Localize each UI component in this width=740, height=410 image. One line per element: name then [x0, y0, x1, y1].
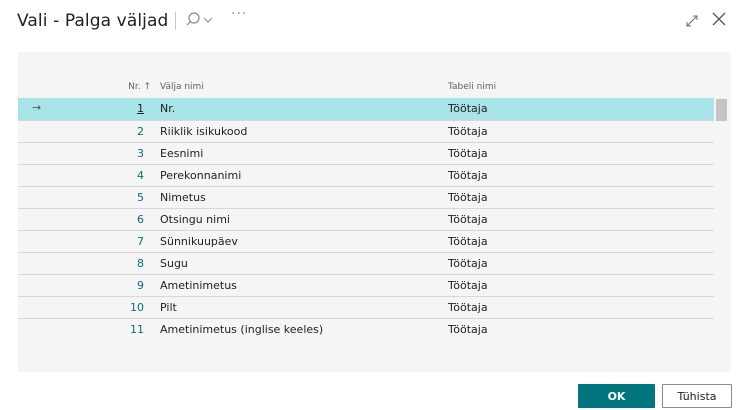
search-icon — [186, 12, 213, 26]
grid-rows: → 1 Nr. Töötaja 2 Riiklik isikukood Tööt… — [18, 98, 714, 340]
row-field-name: Sünnikuupäev — [160, 235, 238, 248]
table-row[interactable]: 8 Sugu Töötaja — [18, 252, 714, 274]
table-row[interactable]: 7 Sünnikuupäev Töötaja — [18, 230, 714, 252]
row-field-name: Ametinimetus (inglise keeles) — [160, 323, 324, 336]
row-nr-link[interactable]: 9 — [137, 279, 144, 292]
column-header-field-name[interactable]: Välja nimi — [160, 82, 204, 92]
column-header-nr[interactable]: Nr. ↑ — [128, 82, 151, 92]
row-table-name: Töötaja — [448, 169, 488, 182]
row-table-name: Töötaja — [448, 213, 488, 226]
row-nr-link[interactable]: 4 — [137, 169, 144, 182]
row-table-name: Töötaja — [448, 235, 488, 248]
row-field-name: Eesnimi — [160, 147, 204, 160]
row-field-name: Sugu — [160, 257, 188, 270]
column-header-table-name[interactable]: Tabeli nimi — [448, 82, 496, 92]
table-row[interactable]: 2 Riiklik isikukood Töötaja — [18, 120, 714, 142]
row-table-name: Töötaja — [448, 191, 488, 204]
table-row[interactable]: 5 Nimetus Töötaja — [18, 186, 714, 208]
row-nr-link[interactable]: 10 — [130, 301, 144, 314]
row-field-name: Nimetus — [160, 191, 206, 204]
row-field-name: Perekonnanimi — [160, 169, 242, 182]
row-table-name: Töötaja — [448, 257, 488, 270]
field-list-grid: Nr. ↑ Välja nimi Tabeli nimi → 1 Nr. Töö… — [18, 52, 731, 372]
row-table-name: Töötaja — [448, 323, 488, 336]
table-row[interactable]: 10 Pilt Töötaja — [18, 296, 714, 318]
row-table-name: Töötaja — [448, 279, 488, 292]
table-row[interactable]: 11 Ametinimetus (inglise keeles) Töötaja — [18, 318, 714, 340]
scrollbar-thumb[interactable] — [716, 99, 727, 121]
dialog-title: Vali - Palga väljad — [17, 11, 169, 31]
row-table-name: Töötaja — [448, 301, 488, 314]
search-button[interactable] — [186, 11, 220, 31]
row-nr-link[interactable]: 7 — [137, 235, 144, 248]
table-row[interactable]: → 1 Nr. Töötaja — [18, 98, 714, 120]
table-row[interactable]: 4 Perekonnanimi Töötaja — [18, 164, 714, 186]
table-row[interactable]: 3 Eesnimi Töötaja — [18, 142, 714, 164]
table-row[interactable]: 6 Otsingu nimi Töötaja — [18, 208, 714, 230]
row-field-name: Otsingu nimi — [160, 213, 230, 226]
row-nr-link[interactable]: 6 — [137, 213, 144, 226]
expand-button[interactable] — [685, 13, 699, 27]
grid-header: Nr. ↑ Välja nimi Tabeli nimi — [18, 80, 731, 100]
vertical-scrollbar[interactable] — [716, 99, 727, 372]
close-button[interactable] — [711, 11, 727, 27]
row-nr-link[interactable]: 8 — [137, 257, 144, 270]
row-nr-link[interactable]: 3 — [137, 147, 144, 160]
table-row[interactable]: 9 Ametinimetus Töötaja — [18, 274, 714, 296]
row-field-name: Pilt — [160, 301, 177, 314]
row-table-name: Töötaja — [448, 147, 488, 160]
row-field-name: Ametinimetus — [160, 279, 237, 292]
row-table-name: Töötaja — [448, 102, 488, 115]
row-table-name: Töötaja — [448, 125, 488, 138]
cancel-button[interactable]: Tühista — [662, 384, 732, 408]
row-nr-link[interactable]: 2 — [137, 125, 144, 138]
row-nr-link[interactable]: 11 — [130, 323, 144, 336]
more-icon[interactable]: ··· — [231, 6, 247, 22]
expand-icon — [686, 15, 698, 27]
row-field-name: Nr. — [160, 102, 176, 115]
header-divider — [175, 12, 176, 30]
arrow-right-icon: → — [32, 101, 42, 114]
row-nr-link[interactable]: 5 — [137, 191, 144, 204]
row-field-name: Riiklik isikukood — [160, 125, 248, 138]
close-icon — [712, 12, 726, 26]
ok-button[interactable]: OK — [578, 384, 655, 408]
dialog-header: Vali - Palga väljad ··· — [0, 0, 740, 40]
row-nr-link[interactable]: 1 — [137, 102, 144, 115]
